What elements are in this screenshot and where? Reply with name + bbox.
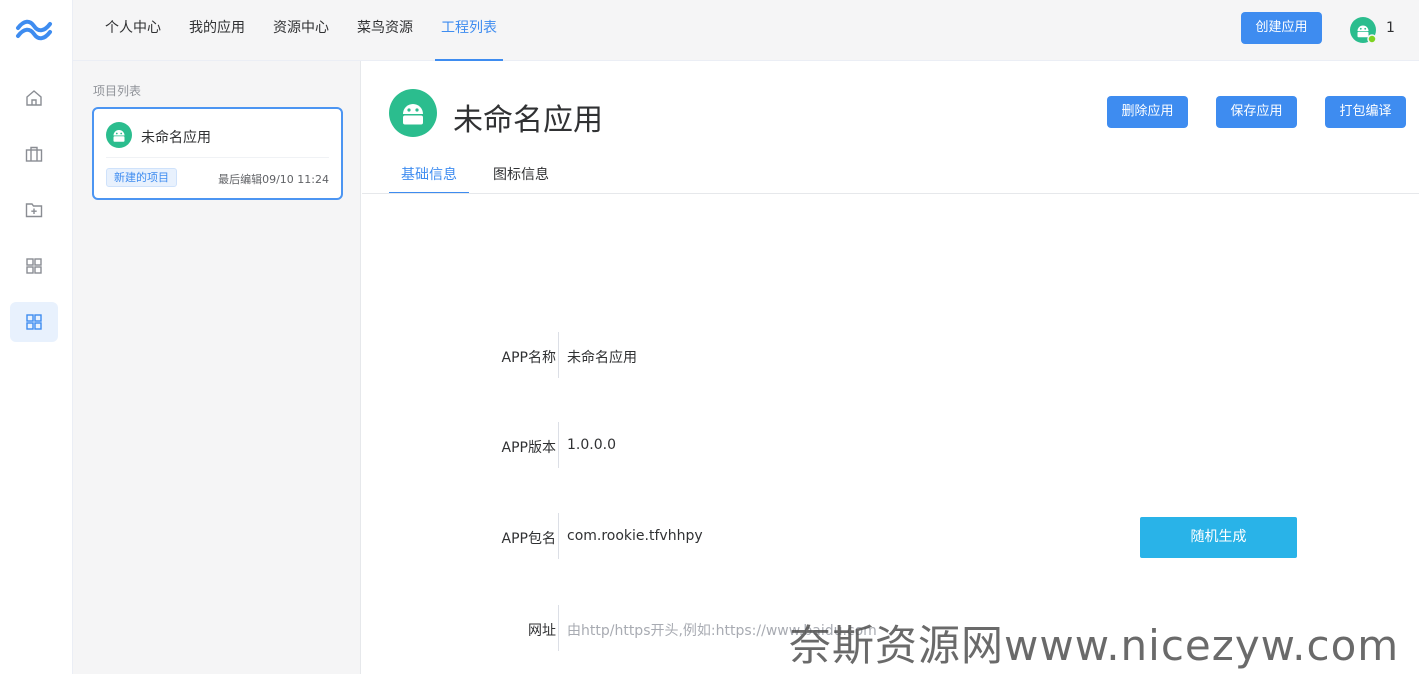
package-label: APP包名 <box>501 531 556 547</box>
field-divider <box>558 422 559 468</box>
tab-icon-info[interactable]: 图标信息 <box>481 155 561 194</box>
left-rail <box>0 0 73 674</box>
rail-folder-button[interactable] <box>10 190 58 230</box>
tab-personal-center[interactable]: 个人中心 <box>99 0 167 61</box>
url-label: 网址 <box>528 623 556 639</box>
top-bar: 个人中心 我的应用 资源中心 菜鸟资源 工程列表 创建应用 1 <box>73 0 1419 61</box>
form-row-app-name: APP名称 未命名应用 <box>362 332 1419 378</box>
field-divider <box>558 513 559 559</box>
grid-icon <box>26 314 42 330</box>
app-name-label: APP名称 <box>501 350 556 366</box>
rail-projects-button[interactable] <box>10 302 58 342</box>
tab-project-list[interactable]: 工程列表 <box>435 0 503 61</box>
app-name-field[interactable]: 未命名应用 <box>567 347 637 367</box>
logo-icon <box>16 19 52 41</box>
notification-count: 1 <box>1386 20 1395 36</box>
field-divider <box>558 332 559 378</box>
tab-my-apps[interactable]: 我的应用 <box>183 0 251 61</box>
detail-tabs: 基础信息 图标信息 <box>389 155 573 194</box>
main-content: 未命名应用 删除应用 保存应用 打包编译 基础信息 图标信息 APP名称 未命名… <box>362 61 1419 674</box>
watermark: 奈斯资源网www.nicezyw.com <box>789 621 1400 670</box>
avatar[interactable] <box>1349 16 1377 44</box>
tab-basic-info[interactable]: 基础信息 <box>389 155 469 194</box>
rail-home-button[interactable] <box>10 78 58 118</box>
project-list-panel: 项目列表 未命名应用 新建的项目 最后编辑09/10 11:24 <box>73 61 361 674</box>
random-generate-button[interactable]: 随机生成 <box>1140 517 1297 558</box>
rail-resources-button[interactable] <box>10 246 58 286</box>
form-row-app-version: APP版本 1.0.0.0 <box>362 422 1419 468</box>
package-field[interactable]: com.rookie.tfvhhpy <box>567 528 703 544</box>
create-app-button[interactable]: 创建应用 <box>1241 12 1322 44</box>
briefcase-icon <box>25 146 43 162</box>
project-name: 未命名应用 <box>141 130 211 146</box>
android-icon <box>106 122 132 148</box>
app-version-field[interactable]: 1.0.0.0 <box>567 437 616 453</box>
tab-resource-center[interactable]: 资源中心 <box>267 0 335 61</box>
last-edit-time: 最后编辑09/10 11:24 <box>218 173 329 186</box>
folder-add-icon <box>25 203 43 218</box>
top-nav: 个人中心 我的应用 资源中心 菜鸟资源 工程列表 <box>99 0 519 61</box>
home-icon <box>26 90 42 106</box>
grid-icon <box>26 258 42 274</box>
rail-apps-button[interactable] <box>10 134 58 174</box>
tab-rookie-resources[interactable]: 菜鸟资源 <box>351 0 419 61</box>
save-app-button[interactable]: 保存应用 <box>1216 96 1297 128</box>
project-card[interactable]: 未命名应用 新建的项目 最后编辑09/10 11:24 <box>92 107 343 200</box>
field-divider <box>558 605 559 651</box>
page-title: 未命名应用 <box>453 103 603 138</box>
android-icon <box>389 89 437 137</box>
build-app-button[interactable]: 打包编译 <box>1325 96 1406 128</box>
tabs-divider <box>362 193 1419 194</box>
card-divider <box>106 157 329 158</box>
status-badge: 新建的项目 <box>106 168 177 187</box>
app-version-label: APP版本 <box>501 440 556 456</box>
panel-title: 项目列表 <box>93 84 142 98</box>
delete-app-button[interactable]: 删除应用 <box>1107 96 1188 128</box>
